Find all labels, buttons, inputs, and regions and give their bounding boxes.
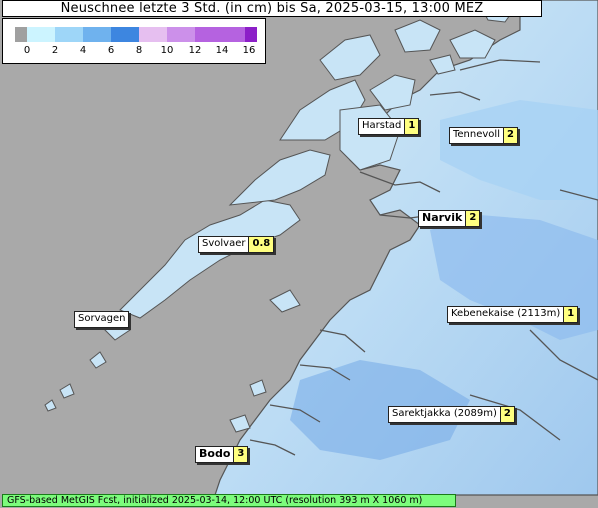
city-label-tennevoll[interactable]: Tennevoll 2 [449, 127, 518, 144]
city-value: 2 [502, 128, 517, 143]
city-label-harstad[interactable]: Harstad 1 [358, 118, 420, 135]
legend-swatch [15, 27, 27, 42]
snow-map: Neuschnee letzte 3 Std. (in cm) bis Sa, … [0, 0, 598, 508]
legend-tick: 8 [135, 45, 143, 56]
legend-swatch [27, 27, 55, 42]
city-name: Kebenekaise (2113m) [448, 307, 564, 322]
map-terrain [0, 0, 598, 508]
city-value: 1 [563, 307, 578, 322]
city-value: 0.8 [248, 237, 274, 252]
legend-swatch [167, 27, 195, 42]
legend-swatch [139, 27, 167, 42]
legend-color-bar [15, 27, 257, 42]
model-info-footer: GFS-based MetGIS Fcst, initialized 2025-… [2, 494, 456, 507]
city-name: Tennevoll [450, 128, 503, 143]
city-label-svolvaer[interactable]: Svolvaer 0.8 [198, 236, 275, 253]
legend-tick: 10 [160, 45, 174, 56]
legend-tick: 16 [242, 45, 256, 56]
city-label-narvik[interactable]: Narvik 2 [418, 210, 481, 227]
city-name: Sorvagen [75, 312, 129, 327]
legend-swatch [245, 27, 257, 42]
city-value: 2 [499, 407, 514, 422]
city-label-sorvagen[interactable]: Sorvagen [74, 311, 130, 328]
legend-tick: 0 [23, 45, 31, 56]
legend-tick: 2 [51, 45, 59, 56]
city-label-kebenekaise[interactable]: Kebenekaise (2113m) 1 [447, 306, 579, 323]
city-label-sarektjakka[interactable]: Sarektjakka (2089m) 2 [388, 406, 515, 423]
city-value: 2 [465, 211, 480, 226]
legend-swatch [83, 27, 111, 42]
city-value: 1 [404, 119, 419, 134]
city-name: Narvik [419, 211, 466, 226]
city-name: Svolvaer [199, 237, 249, 252]
legend-tick: 4 [79, 45, 87, 56]
legend-swatch [111, 27, 139, 42]
city-name: Harstad [359, 119, 405, 134]
city-name: Bodo [196, 447, 234, 462]
legend-tick: 12 [188, 45, 202, 56]
city-label-bodo[interactable]: Bodo 3 [195, 446, 249, 463]
legend-swatch [55, 27, 83, 42]
legend-swatch [195, 27, 245, 42]
map-title: Neuschnee letzte 3 Std. (in cm) bis Sa, … [2, 0, 542, 17]
city-name: Sarektjakka (2089m) [389, 407, 500, 422]
legend: 0 2 4 6 8 10 12 14 16 [2, 18, 266, 64]
legend-tick: 14 [215, 45, 229, 56]
legend-tick: 6 [107, 45, 115, 56]
city-value: 3 [233, 447, 248, 462]
